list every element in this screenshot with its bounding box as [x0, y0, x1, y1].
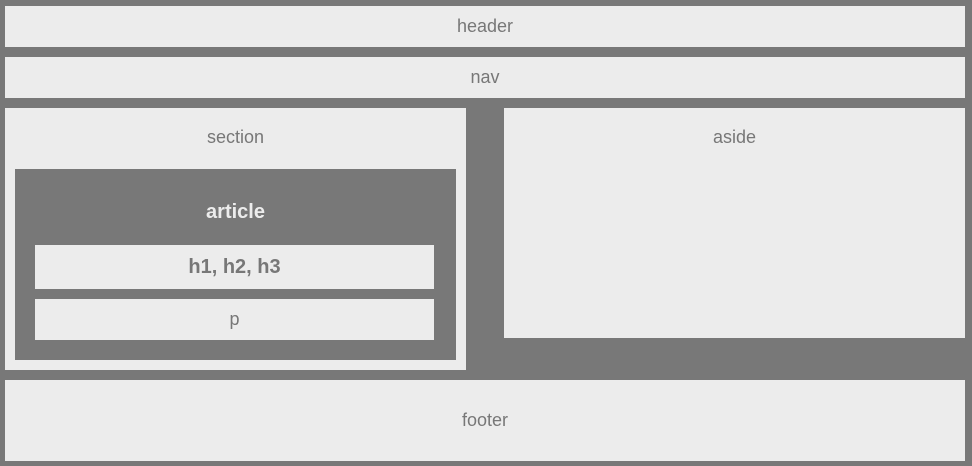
footer-block: footer — [5, 380, 965, 461]
headings-block: h1, h2, h3 — [35, 245, 434, 289]
nav-block: nav — [5, 57, 965, 98]
aside-block: aside — [504, 108, 965, 338]
article-label: article — [206, 201, 265, 223]
header-label: header — [456, 16, 514, 36]
footer-label: footer — [461, 410, 509, 430]
aside-label: aside — [712, 127, 757, 147]
paragraph-label: p — [229, 309, 240, 329]
article-block: article h1, h2, h3 p — [15, 169, 456, 360]
headings-label: h1, h2, h3 — [188, 255, 281, 278]
nav-label: nav — [470, 67, 500, 87]
paragraph-block: p — [35, 299, 434, 340]
header-block: header — [5, 6, 965, 47]
